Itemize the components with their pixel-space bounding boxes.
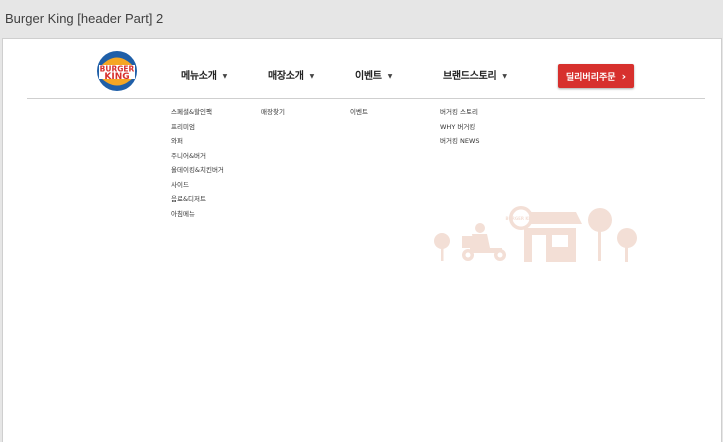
submenu-item[interactable]: 버거킹 NEWS [440, 134, 480, 149]
chevron-down-icon: ▼ [309, 72, 315, 80]
illustration-badge-text: BURGER KING [505, 216, 536, 221]
submenu-item[interactable]: 주니어&버거 [171, 149, 224, 164]
chevron-down-icon: ▼ [222, 72, 228, 80]
submenu-item[interactable]: 스페셜&할인팩 [171, 105, 224, 120]
submenu-store: 매장찾기 [261, 105, 285, 120]
nav-item-menu[interactable]: 메뉴소개 ▼ [181, 67, 227, 82]
chevron-down-icon: ▼ [387, 72, 393, 80]
submenu-item[interactable]: 와퍼 [171, 134, 224, 149]
delivery-button-label: 딜리버리주문 [565, 72, 616, 83]
header-divider [27, 98, 705, 99]
window-title: Burger King [header Part] 2 [0, 0, 723, 37]
submenu-item[interactable]: 아침메뉴 [171, 207, 224, 222]
submenu-item[interactable]: 버거킹 스토리 [440, 105, 480, 120]
burger-king-logo[interactable]: BURGER KING [96, 50, 138, 92]
delivery-order-button[interactable]: 딜리버리주문 › [558, 64, 634, 88]
submenu-event: 이벤트 [350, 105, 368, 120]
submenu-item[interactable]: WHY 버거킹 [440, 120, 480, 135]
submenu-item[interactable]: 올데이킹&치킨버거 [171, 163, 224, 178]
nav-label: 이벤트 [355, 71, 382, 82]
submenu-item[interactable]: 사이드 [171, 178, 224, 193]
nav-label: 브랜드스토리 [443, 71, 497, 82]
delivery-store-illustration: BURGER KING [434, 206, 637, 262]
nav-item-event[interactable]: 이벤트 ▼ [355, 67, 392, 82]
nav-item-brand-story[interactable]: 브랜드스토리 ▼ [443, 67, 507, 82]
submenu-menu: 스페셜&할인팩 프리미엄 와퍼 주니어&버거 올데이킹&치킨버거 사이드 음료&… [171, 105, 224, 221]
nav-label: 매장소개 [268, 71, 304, 82]
submenu-item[interactable]: 음료&디저트 [171, 192, 224, 207]
page-canvas: BURGER KING 메뉴소개 ▼ 매장소개 ▼ 이벤트 ▼ 브랜드스토리 ▼ 딜리버… [2, 38, 722, 442]
submenu-brand: 버거킹 스토리 WHY 버거킹 버거킹 NEWS [440, 105, 480, 149]
submenu-item[interactable]: 이벤트 [350, 105, 368, 120]
submenu-item[interactable]: 매장찾기 [261, 105, 285, 120]
nav-label: 메뉴소개 [181, 71, 217, 82]
chevron-right-icon: › [621, 69, 627, 83]
logo-text-bottom: KING [104, 72, 129, 82]
chevron-down-icon: ▼ [502, 72, 507, 80]
submenu-item[interactable]: 프리미엄 [171, 120, 224, 135]
nav-item-store[interactable]: 매장소개 ▼ [268, 67, 314, 82]
